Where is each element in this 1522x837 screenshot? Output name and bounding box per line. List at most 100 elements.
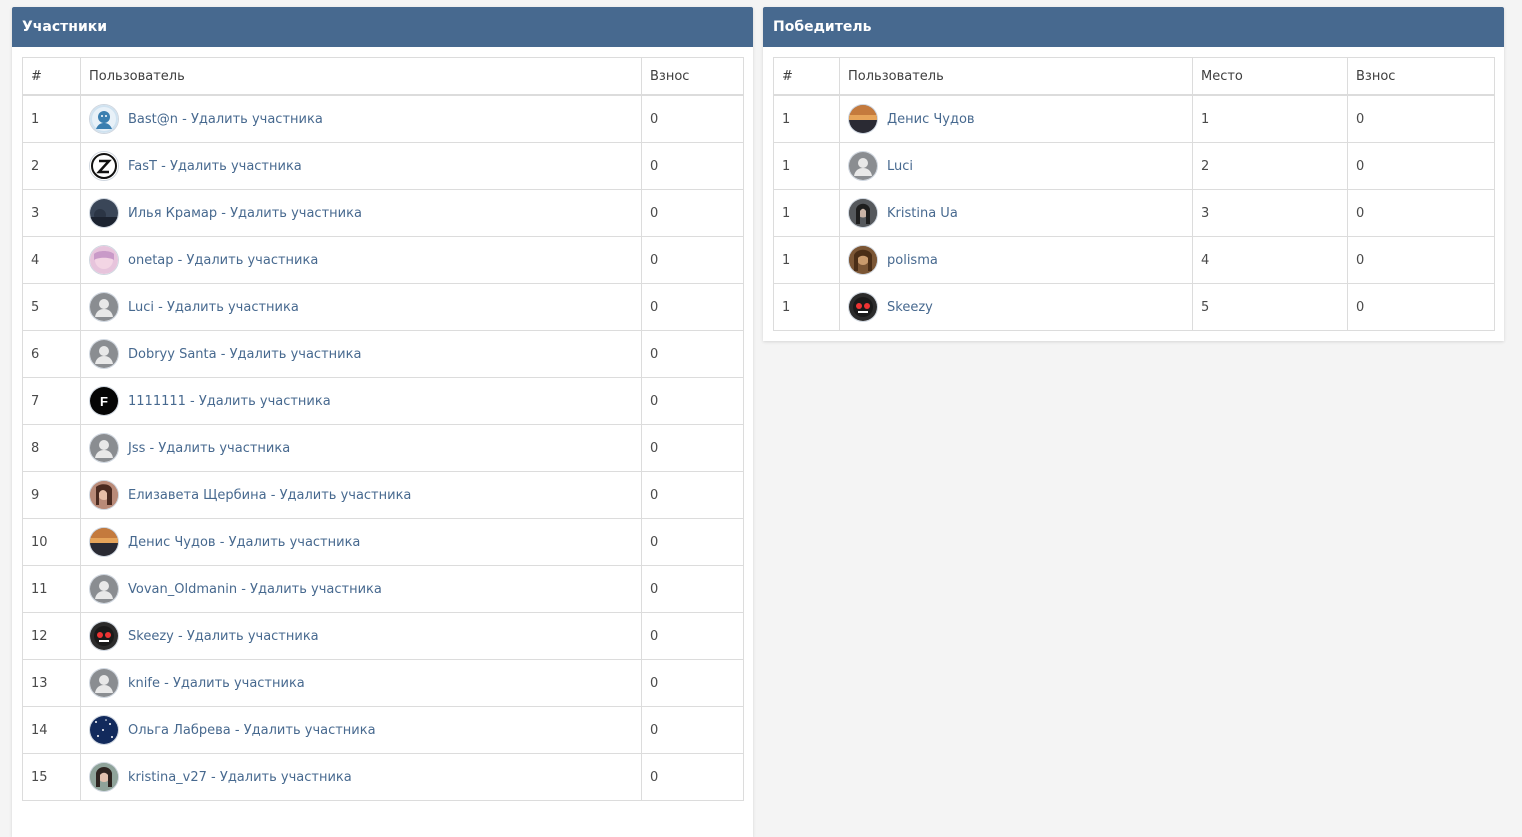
remove-participant-link[interactable]: Удалить участника — [230, 347, 362, 362]
remove-participant-link[interactable]: Удалить участника — [187, 629, 319, 644]
participants-panel-title: Участники — [12, 7, 753, 47]
user-cell-content: F 1111111 - Удалить участника — [89, 386, 633, 416]
remove-participant-link[interactable]: Удалить участника — [199, 394, 331, 409]
avatar[interactable] — [89, 104, 119, 134]
user-name-link[interactable]: Ольга Лабрева — [128, 723, 231, 738]
user-name-link[interactable]: knife — [128, 676, 160, 691]
remove-participant-link[interactable]: Удалить участника — [158, 441, 290, 456]
user-name-link[interactable]: Jss — [128, 441, 145, 456]
avatar[interactable] — [89, 480, 119, 510]
avatar[interactable] — [89, 339, 119, 369]
user-name-link[interactable]: Vovan_Oldmanin — [128, 582, 237, 597]
place-cell: 2 — [1192, 142, 1348, 190]
user-name-link[interactable]: Skeezy — [128, 629, 174, 644]
remove-participant-link[interactable]: Удалить участника — [229, 535, 361, 550]
user-name-link[interactable]: Bast@n — [128, 112, 178, 127]
table-row: 3 Илья Крамар - Удалить участника 0 — [22, 189, 744, 237]
row-number: 14 — [22, 706, 81, 754]
remove-participant-link[interactable]: Удалить участника — [280, 488, 412, 503]
user-name-link[interactable]: Елизавета Щербина — [128, 488, 267, 503]
remove-participant-link[interactable]: Удалить участника — [220, 770, 352, 785]
table-row: 4 onetap - Удалить участника 0 — [22, 236, 744, 284]
user-name-link[interactable]: polisma — [887, 253, 938, 268]
user-cell-content: Ольга Лабрева - Удалить участника — [89, 715, 633, 745]
avatar[interactable] — [848, 292, 878, 322]
avatar[interactable] — [848, 245, 878, 275]
user-cell: Luci - Удалить участника — [80, 283, 642, 331]
user-name-link[interactable]: FasT — [128, 159, 157, 174]
column-header-place: Место — [1192, 57, 1348, 96]
avatar[interactable] — [89, 762, 119, 792]
fee-cell: 0 — [641, 142, 744, 190]
table-row: 1 Bast@n - Удалить участника 0 — [22, 94, 744, 143]
user-cell: Skeezy — [839, 283, 1193, 331]
participants-panel: Участники # Пользователь Взнос 1 Bast@n -… — [12, 7, 753, 837]
table-row: 10 Денис Чудов - Удалить участника 0 — [22, 518, 744, 566]
table-row: 1 Денис Чудов 1 0 — [773, 94, 1495, 143]
avatar[interactable] — [89, 715, 119, 745]
user-name-link[interactable]: 1111111 — [128, 394, 186, 409]
user-name-link[interactable]: Kristina Ua — [887, 206, 958, 221]
avatar[interactable] — [89, 433, 119, 463]
avatar[interactable] — [89, 292, 119, 322]
fee-cell: 0 — [1347, 236, 1495, 284]
user-cell-content: kristina_v27 - Удалить участника — [89, 762, 633, 792]
user-cell: Luci — [839, 142, 1193, 190]
row-number: 12 — [22, 612, 81, 660]
column-header-user: Пользователь — [80, 57, 642, 96]
row-number: 1 — [773, 94, 840, 143]
separator: - — [266, 487, 280, 503]
user-cell: Jss - Удалить участника — [80, 424, 642, 472]
remove-participant-link[interactable]: Удалить участника — [191, 112, 323, 127]
avatar[interactable] — [89, 198, 119, 228]
remove-participant-link[interactable]: Удалить участника — [250, 582, 382, 597]
user-name-link[interactable]: Денис Чудов — [128, 535, 216, 550]
remove-participant-link[interactable]: Удалить участника — [170, 159, 302, 174]
fee-cell: 0 — [641, 330, 744, 378]
remove-participant-link[interactable]: Удалить участника — [173, 676, 305, 691]
remove-participant-link[interactable]: Удалить участника — [186, 253, 318, 268]
user-name-link[interactable]: kristina_v27 — [128, 770, 207, 785]
avatar[interactable] — [89, 527, 119, 557]
table-row: 9 Елизавета Щербина - Удалить участника 0 — [22, 471, 744, 519]
table-row: 15 kristina_v27 - Удалить участника 0 — [22, 753, 744, 801]
table-row: 1 Kristina Ua 3 0 — [773, 189, 1495, 237]
user-cell-content: polisma — [848, 245, 1184, 275]
separator: - — [206, 769, 220, 785]
user-cell-content: Bast@n - Удалить участника — [89, 104, 633, 134]
user-name-link[interactable]: Илья Крамар — [128, 206, 217, 221]
avatar[interactable] — [89, 245, 119, 275]
user-name-link[interactable]: Luci — [887, 159, 913, 174]
user-name-link[interactable]: Dobryy Santa — [128, 347, 217, 362]
user-cell-content: Денис Чудов - Удалить участника — [89, 527, 633, 557]
avatar[interactable] — [89, 668, 119, 698]
avatar[interactable] — [89, 151, 119, 181]
remove-participant-link[interactable]: Удалить участника — [244, 723, 376, 738]
user-cell: Kristina Ua — [839, 189, 1193, 237]
fee-cell: 0 — [641, 612, 744, 660]
avatar[interactable] — [848, 198, 878, 228]
user-cell-content: Jss - Удалить участника — [89, 433, 633, 463]
avatar[interactable] — [89, 621, 119, 651]
row-number: 15 — [22, 753, 81, 801]
user-name-link[interactable]: Денис Чудов — [887, 112, 975, 127]
user-name-link[interactable]: onetap — [128, 253, 174, 268]
fee-cell: 0 — [641, 706, 744, 754]
row-number: 10 — [22, 518, 81, 566]
avatar[interactable]: F — [89, 386, 119, 416]
user-name-link[interactable]: Skeezy — [887, 300, 933, 315]
user-cell-content: FasT - Удалить участника — [89, 151, 633, 181]
avatar[interactable] — [848, 104, 878, 134]
user-name-link[interactable]: Luci — [128, 300, 154, 315]
user-cell: Bast@n - Удалить участника — [80, 94, 642, 143]
fee-cell: 0 — [1347, 283, 1495, 331]
avatar[interactable] — [89, 574, 119, 604]
fee-cell: 0 — [641, 377, 744, 425]
remove-participant-link[interactable]: Удалить участника — [230, 206, 362, 221]
fee-cell: 0 — [641, 753, 744, 801]
svg-text:F: F — [100, 394, 108, 409]
row-number: 6 — [22, 330, 81, 378]
avatar[interactable] — [848, 151, 878, 181]
fee-cell: 0 — [641, 659, 744, 707]
remove-participant-link[interactable]: Удалить участника — [167, 300, 299, 315]
